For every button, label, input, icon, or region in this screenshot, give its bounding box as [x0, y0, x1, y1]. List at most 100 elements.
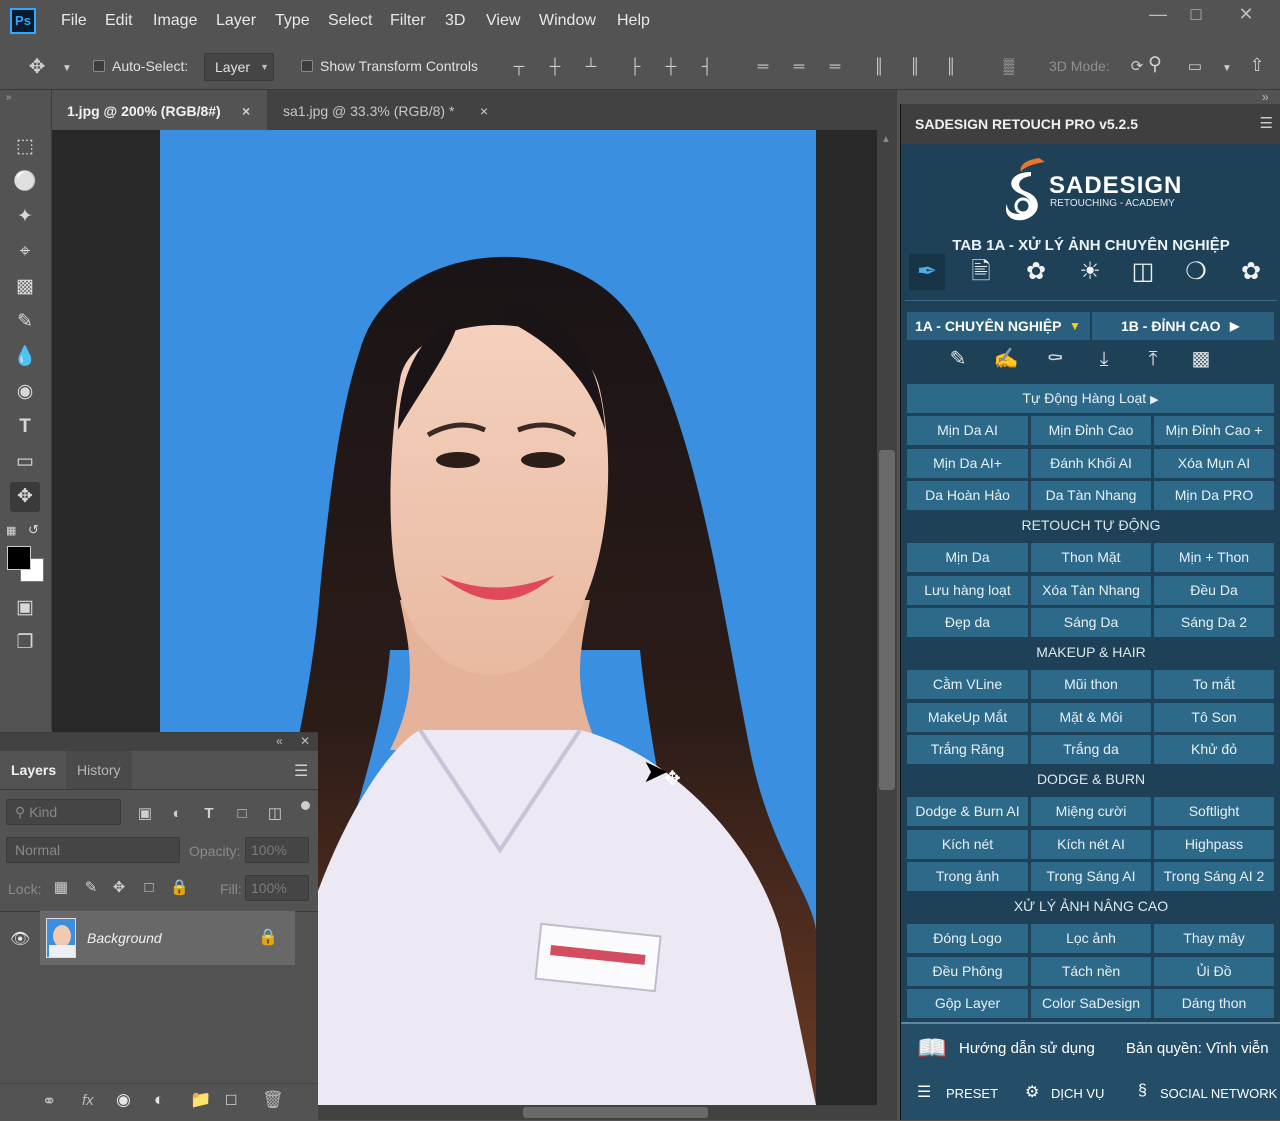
plugin-action-button[interactable]: Mịn Da PRO: [1154, 481, 1274, 510]
distribute-left-icon[interactable]: ║: [870, 58, 888, 76]
show-transform-checkbox[interactable]: [301, 60, 313, 72]
plugin-action-button[interactable]: Đều Da: [1154, 575, 1274, 605]
filter-smart-object-icon[interactable]: ◫: [266, 805, 284, 823]
plugin-action-button[interactable]: Xóa Tàn Nhang: [1031, 575, 1151, 605]
collapse-panel-icon[interactable]: «: [276, 734, 283, 748]
workspace-icon[interactable]: ▭: [1186, 58, 1204, 76]
sliders-icon[interactable]: ☰: [917, 1082, 931, 1102]
plugin-action-button[interactable]: Lọc ảnh: [1031, 924, 1151, 953]
plugin-action-button[interactable]: Trong Sáng AI 2: [1154, 862, 1274, 891]
maximize-icon[interactable]: □: [1176, 4, 1216, 28]
brush-tool-icon[interactable]: ✎: [10, 307, 40, 337]
plugin-action-button[interactable]: Dodge & Burn AI: [907, 797, 1028, 826]
plugin-action-button[interactable]: Mịn Da: [907, 543, 1028, 572]
plugin-action-button[interactable]: Highpass: [1154, 829, 1274, 859]
share-icon[interactable]: ⇧: [1248, 56, 1266, 74]
crop-tool-icon[interactable]: ⌖: [10, 237, 40, 267]
plugin-action-button[interactable]: Gộp Layer: [907, 989, 1028, 1018]
plugin-action-button[interactable]: Trong ảnh: [907, 862, 1028, 891]
healing-brush-icon[interactable]: ▩: [10, 272, 40, 302]
filter-adjustment-icon[interactable]: ◐: [168, 805, 186, 823]
visibility-eye-icon[interactable]: 👁: [10, 929, 30, 949]
plugin-action-button[interactable]: Da Tàn Nhang: [1031, 481, 1151, 510]
collapse-panels-icon[interactable]: »: [1262, 90, 1269, 104]
opacity-field[interactable]: 100%: [245, 837, 309, 863]
type-tool-icon[interactable]: T: [10, 412, 40, 442]
menu-type[interactable]: Type: [275, 12, 310, 30]
add-mask-icon[interactable]: ◉: [116, 1090, 131, 1110]
rectangle-tool-icon[interactable]: ▭: [10, 447, 40, 477]
rgb-tab-icon[interactable]: ❍: [1178, 254, 1214, 290]
swap-colors-icon[interactable]: ↺: [28, 522, 39, 538]
plugin-action-button[interactable]: Sáng Da 2: [1154, 608, 1274, 637]
vertical-scrollbar[interactable]: ▲: [877, 130, 897, 1105]
lock-icon[interactable]: 🔒: [258, 927, 278, 947]
plugin-action-button[interactable]: Kích nét: [907, 829, 1028, 859]
layer-row-background[interactable]: Background 🔒: [40, 911, 295, 965]
trash-icon[interactable]: 🗑: [262, 1090, 284, 1110]
close-icon[interactable]: ×: [242, 90, 250, 132]
search-icon[interactable]: ⚲: [1146, 55, 1164, 74]
lock-all-icon[interactable]: 🔒: [170, 879, 189, 897]
minimize-icon[interactable]: —: [1138, 4, 1178, 28]
menu-select[interactable]: Select: [328, 12, 372, 30]
screen-mode-icon[interactable]: ❐: [10, 628, 40, 658]
menu-view[interactable]: View: [486, 12, 520, 30]
menu-window[interactable]: Window: [539, 12, 596, 30]
tab-history[interactable]: History: [66, 751, 132, 789]
move-tool-icon[interactable]: ✥: [28, 57, 46, 77]
plugin-action-button[interactable]: Lưu hàng loạt: [907, 575, 1028, 605]
scrollbar-thumb[interactable]: [523, 1107, 708, 1118]
menu-edit[interactable]: Edit: [105, 12, 133, 30]
social-link[interactable]: SOCIAL NETWORK: [1160, 1086, 1277, 1101]
lock-position-icon[interactable]: ✥: [110, 879, 128, 897]
lasso-tool-icon[interactable]: ⚪: [10, 167, 40, 197]
plugin-action-button[interactable]: Tô Son: [1154, 702, 1274, 732]
lock-transparency-icon[interactable]: ▦: [52, 879, 70, 897]
layer-name[interactable]: Background: [87, 930, 162, 946]
link-layers-icon[interactable]: ⚭: [42, 1092, 56, 1112]
align-left-icon[interactable]: ├: [626, 58, 644, 76]
blend-mode-dropdown[interactable]: Normal: [6, 837, 180, 863]
menu-help[interactable]: Help: [617, 12, 650, 30]
marquee-tool-icon[interactable]: ⬚: [10, 132, 40, 162]
brush-1-icon[interactable]: ✎: [943, 344, 973, 374]
align-bottom-icon[interactable]: ┴: [582, 58, 600, 76]
plugin-action-button[interactable]: Softlight: [1154, 797, 1274, 826]
subtab-professional[interactable]: 1A - CHUYÊN NGHIỆP ▼: [907, 312, 1090, 340]
plugin-action-button[interactable]: Mũi thon: [1031, 670, 1151, 699]
plugin-action-button[interactable]: Mịn Đỉnh Cao: [1031, 416, 1151, 445]
plugin-action-button[interactable]: To mắt: [1154, 670, 1274, 699]
distribute-right-icon[interactable]: ║: [942, 58, 960, 76]
align-hcenter-icon[interactable]: ┼: [662, 58, 680, 76]
close-icon[interactable]: ✕: [300, 734, 310, 748]
menu-file[interactable]: File: [61, 12, 87, 30]
scrollbar-thumb[interactable]: [879, 450, 895, 790]
lens-tab-icon[interactable]: ✿: [1233, 254, 1269, 290]
close-window-icon[interactable]: ✕: [1226, 4, 1266, 28]
plugin-action-button[interactable]: Trong Sáng AI: [1031, 862, 1151, 891]
plugin-action-button[interactable]: Đánh Khối AI: [1031, 448, 1151, 478]
plugin-action-button[interactable]: Trắng da: [1031, 735, 1151, 764]
document-tab-icon[interactable]: 🖹: [963, 254, 999, 290]
plugin-action-button[interactable]: Miệng cười: [1031, 797, 1151, 826]
aperture-tab-icon[interactable]: ✿: [1018, 254, 1054, 290]
fill-field[interactable]: 100%: [245, 875, 309, 901]
panel-menu-icon[interactable]: ☰: [1260, 104, 1273, 144]
align-right-icon[interactable]: ┤: [698, 58, 716, 76]
auto-batch-button[interactable]: Tự Động Hàng Loạt ▶: [907, 384, 1274, 413]
chevron-down-icon[interactable]: ▼: [58, 60, 76, 78]
lock-pixels-icon[interactable]: ✎: [82, 879, 100, 897]
plugin-action-button[interactable]: Mịn Da AI: [907, 416, 1028, 445]
menu-filter[interactable]: Filter: [390, 12, 426, 30]
filter-image-icon[interactable]: ▣: [136, 805, 154, 823]
plugin-action-button[interactable]: Tách nền: [1031, 956, 1151, 986]
collapse-arrows-icon[interactable]: »: [6, 92, 12, 103]
chevron-down-icon[interactable]: ▼: [1218, 60, 1236, 78]
plugin-action-button[interactable]: Mịn Đỉnh Cao +: [1154, 416, 1274, 445]
adjustment-layer-icon[interactable]: ◐: [154, 1090, 164, 1110]
distribute-bottom-icon[interactable]: ═: [826, 58, 844, 76]
foreground-color-swatch[interactable]: [7, 546, 31, 570]
plugin-action-button[interactable]: Đóng Logo: [907, 924, 1028, 953]
plugin-action-button[interactable]: Da Hoàn Hảo: [907, 481, 1028, 510]
